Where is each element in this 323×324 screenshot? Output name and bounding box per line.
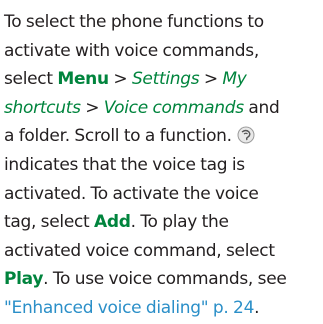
shortcuts-keyword: shortcuts: [4, 97, 81, 118]
voice-tag-icon: [237, 125, 255, 144]
menu-keyword: Menu: [57, 69, 109, 90]
voice-commands-keyword: Voice commands: [103, 97, 244, 118]
text-line-7: activated. To activate the voice: [4, 183, 259, 204]
manual-page: To select the phone functions to activat…: [0, 0, 323, 324]
enhanced-voice-dialing-link[interactable]: "Enhanced voice dialing" p. 24: [4, 298, 254, 318]
text-line-5: a folder. Scroll to a function.: [4, 122, 323, 151]
text-line-1: To select the phone functions to: [4, 12, 264, 32]
text-line-3: select Menu > Settings > My: [4, 69, 247, 90]
text-line-8: tag, select Add. To play the: [4, 212, 229, 233]
text-line-11: "Enhanced voice dialing" p. 24.: [4, 297, 260, 318]
play-keyword: Play: [4, 269, 44, 290]
my-keyword: My: [222, 69, 247, 90]
settings-keyword: Settings: [131, 69, 200, 90]
add-keyword: Add: [94, 212, 131, 233]
text-line-6: indicates that the voice tag is: [4, 154, 245, 175]
text-line-10: Play. To use voice commands, see: [4, 269, 287, 290]
text-line-9: activated voice command, select: [4, 240, 275, 261]
text-line-2: activate with voice commands,: [4, 40, 259, 61]
text-line-4: shortcuts > Voice commands and: [4, 97, 280, 118]
